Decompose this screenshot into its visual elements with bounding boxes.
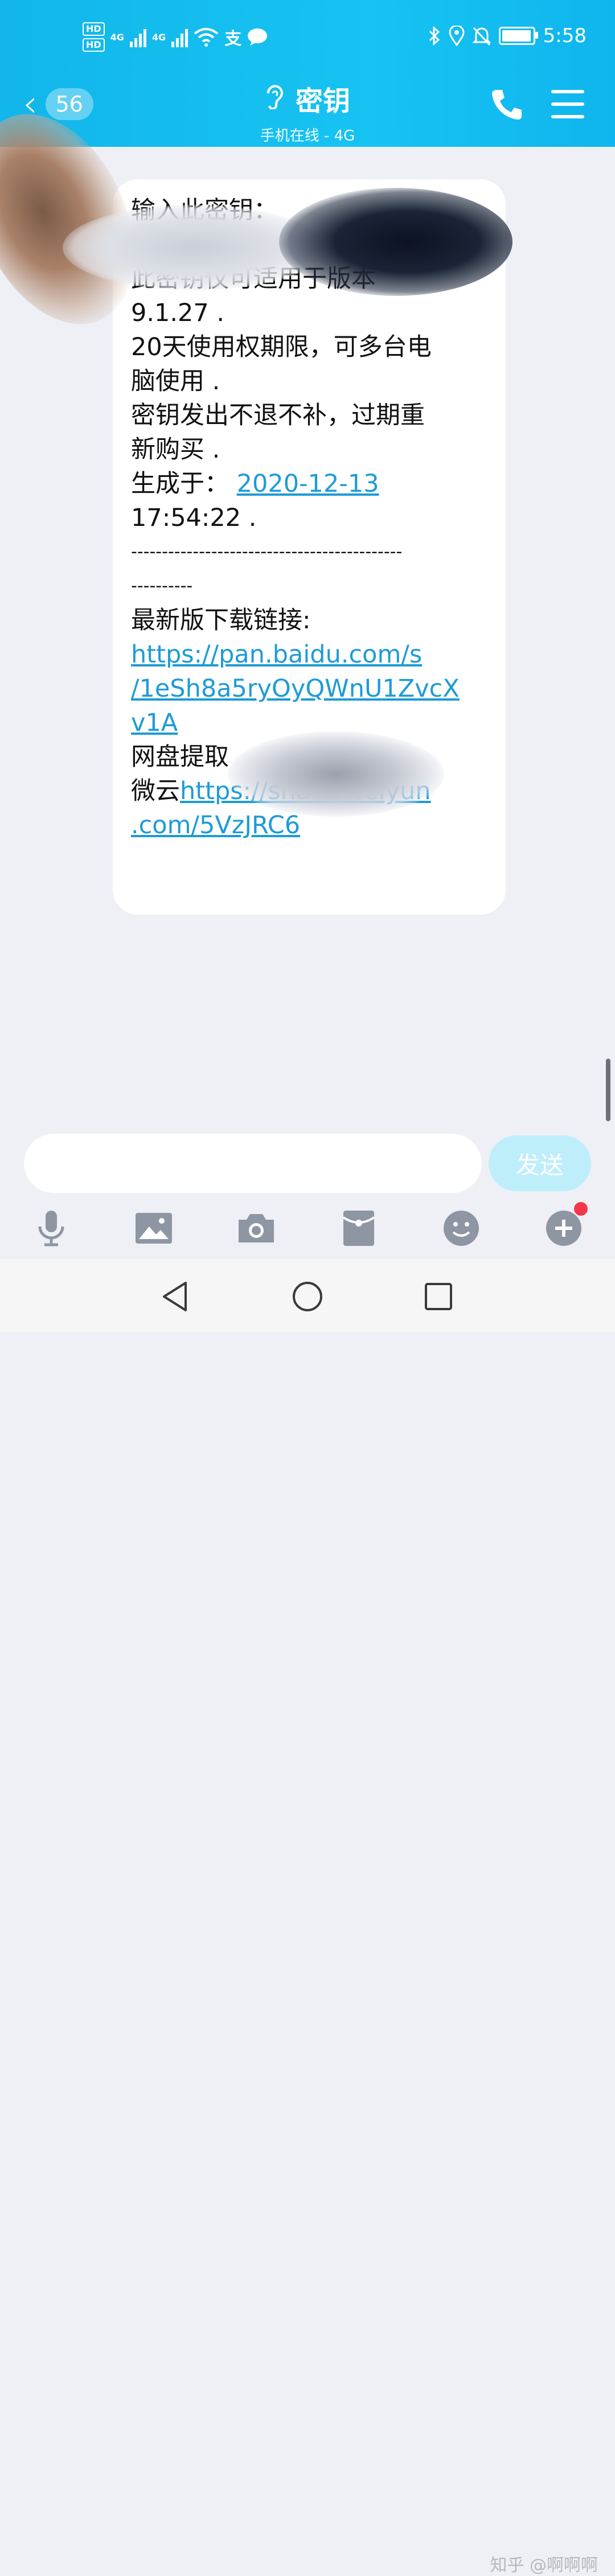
- more-button[interactable]: [542, 1202, 588, 1250]
- nav-back-icon[interactable]: [158, 1279, 192, 1314]
- message-line: 新购买 .: [131, 435, 220, 464]
- signal-icon: [129, 27, 146, 47]
- message-line: 脑使用 .: [131, 367, 220, 396]
- microphone-icon: [38, 1211, 64, 1246]
- message-bubble-icon: [248, 28, 268, 46]
- message-line: 17:54:22 .: [131, 504, 257, 532]
- wifi-icon: [194, 28, 219, 47]
- location-icon: [449, 26, 465, 46]
- red-packet-button[interactable]: [337, 1207, 380, 1250]
- status-bar-left: HD HD 4G 4G 支: [83, 17, 268, 57]
- hd-badge-2: HD: [83, 38, 105, 52]
- network-type-2: 4G: [151, 31, 166, 43]
- divider-line: ----------: [131, 576, 193, 596]
- send-button[interactable]: 发送: [489, 1135, 591, 1191]
- image-button[interactable]: [132, 1207, 175, 1250]
- bell-off-icon: [472, 27, 491, 46]
- plus-icon: [546, 1211, 581, 1246]
- camera-button[interactable]: [235, 1207, 278, 1250]
- weiyun-label: 微云: [131, 777, 180, 805]
- message-line: 20天使用权期限，可多台电: [131, 333, 432, 361]
- message-line: 密钥发出不退不补，过期重: [131, 401, 425, 430]
- notification-dot: [574, 1202, 588, 1216]
- message-line: 9.1.27 .: [131, 299, 225, 327]
- clock: 5:58: [543, 24, 587, 47]
- generated-prefix: 生成于：: [131, 470, 229, 498]
- emoji-icon: [444, 1211, 479, 1246]
- voice-button[interactable]: [30, 1207, 73, 1250]
- emoji-button[interactable]: [440, 1207, 483, 1250]
- hd-badge-1: HD: [83, 22, 105, 36]
- chat-header: HD HD 4G 4G 支 5:58 ‹ 56 密钥 手机在线 - 4G: [0, 0, 615, 147]
- redaction-smudge: [228, 731, 444, 817]
- menu-button[interactable]: [551, 90, 584, 118]
- message-line: 最新版下载链接:: [131, 606, 311, 635]
- nav-recents-icon[interactable]: [421, 1279, 456, 1314]
- phone-call-button[interactable]: [489, 87, 525, 123]
- system-navigation-bar: 知乎 @啊啊啊: [0, 1259, 615, 2575]
- status-bar-right: 5:58: [428, 22, 587, 50]
- input-toolbar: [0, 1202, 615, 1252]
- menu-line: [551, 90, 584, 93]
- download-link[interactable]: https://pan.baidu.com/s: [131, 637, 490, 672]
- bluetooth-icon: [429, 26, 440, 46]
- download-link[interactable]: /1eSh8a5ryOyQWnU1ZvcX: [131, 672, 490, 706]
- message-input[interactable]: [24, 1134, 482, 1193]
- ear-icon: [265, 83, 284, 114]
- signal-icon-2: [171, 27, 188, 47]
- phone-icon: [492, 90, 522, 120]
- watermark: 知乎 @啊啊啊: [490, 2556, 598, 2575]
- chat-title: 密钥: [295, 85, 350, 117]
- generated-line: 生成于： 2020-12-13: [131, 467, 490, 501]
- scrollbar[interactable]: [606, 1059, 610, 1121]
- redaction-smudge: [279, 188, 512, 296]
- menu-line: [551, 115, 584, 118]
- alipay-icon: 支: [224, 29, 242, 49]
- generated-date-link[interactable]: 2020-12-13: [237, 470, 379, 498]
- battery-icon: [498, 27, 538, 45]
- divider-line: ----------------------------------------…: [131, 542, 403, 562]
- menu-line: [551, 102, 584, 106]
- camera-icon: [239, 1214, 274, 1242]
- image-icon: [136, 1213, 172, 1244]
- nav-home-icon[interactable]: [290, 1279, 325, 1314]
- network-type-1: 4G: [110, 31, 124, 43]
- online-status: 手机在线 - 4G: [260, 127, 355, 145]
- red-packet-icon: [342, 1211, 375, 1246]
